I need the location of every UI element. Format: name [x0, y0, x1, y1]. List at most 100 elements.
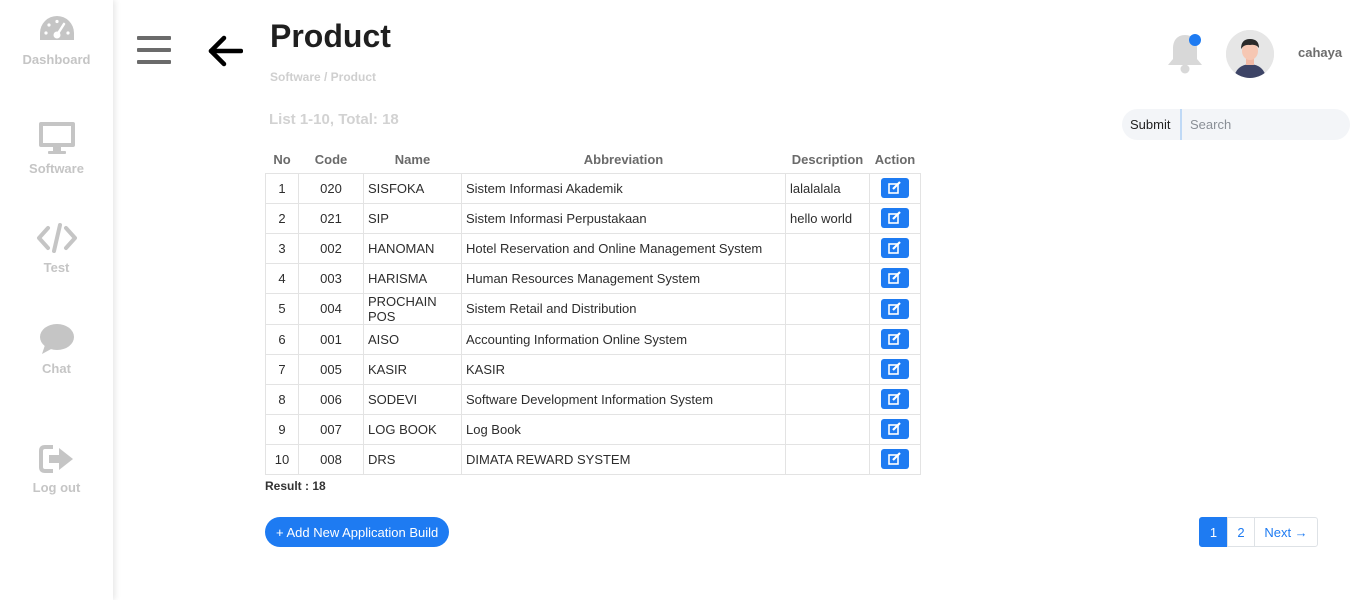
- edit-button[interactable]: [881, 238, 909, 258]
- sidebar-item-label: Log out: [32, 480, 81, 495]
- result-count: Result : 18: [265, 479, 326, 493]
- cell-name: SISFOKA: [363, 172, 462, 204]
- search-input[interactable]: [1184, 111, 1344, 138]
- cell-description: hello world: [785, 202, 870, 234]
- notification-badge: [1189, 34, 1201, 46]
- code-icon: [36, 223, 77, 253]
- cell-action: [869, 383, 921, 415]
- cell-no: 3: [265, 232, 299, 264]
- search-bar: Submit: [1122, 109, 1350, 140]
- breadcrumb: Software / Product: [270, 70, 377, 84]
- cell-action: [869, 262, 921, 294]
- sidebar-item-chat[interactable]: Chat: [0, 323, 113, 376]
- edit-icon: [888, 301, 901, 315]
- table-row: 5 004 PROCHAIN POS Sistem Retail and Dis…: [265, 292, 921, 325]
- arrow-left-icon: [208, 35, 244, 67]
- cell-abbreviation: Log Book: [461, 413, 786, 445]
- edit-button[interactable]: [881, 419, 909, 439]
- cell-no: 10: [265, 443, 299, 475]
- edit-icon: [888, 392, 901, 405]
- cell-code: 001: [298, 323, 364, 355]
- edit-icon: [888, 241, 901, 254]
- edit-icon: [888, 332, 901, 345]
- list-range-info: List 1-10, Total: 18: [269, 111, 399, 128]
- cell-code: 002: [298, 232, 364, 264]
- cell-no: 4: [265, 262, 299, 294]
- cell-abbreviation: Human Resources Management System: [461, 262, 786, 294]
- cell-action: [869, 292, 921, 325]
- column-header-description: Description: [791, 152, 864, 168]
- cell-code: 020: [298, 172, 364, 204]
- edit-button[interactable]: [881, 178, 909, 198]
- cell-name: AISO: [363, 323, 462, 355]
- cell-description: lalalalala: [785, 172, 870, 204]
- sidebar-item-test[interactable]: Test: [0, 222, 113, 275]
- column-header-code: Code: [314, 152, 348, 168]
- cell-name: LOG BOOK: [363, 413, 462, 445]
- sidebar-item-logout[interactable]: Log out: [0, 444, 113, 495]
- table-row: 7 005 KASIR KASIR: [265, 353, 921, 385]
- edit-button[interactable]: [881, 208, 909, 228]
- cell-description: [785, 443, 870, 475]
- table-row: 4 003 HARISMA Human Resources Management…: [265, 262, 921, 294]
- page-button-2[interactable]: 2: [1227, 517, 1255, 547]
- table-row: 6 001 AISO Accounting Information Online…: [265, 323, 921, 355]
- table-row: 9 007 LOG BOOK Log Book: [265, 413, 921, 445]
- edit-button[interactable]: [881, 359, 909, 379]
- table-row: 3 002 HANOMAN Hotel Reservation and Onli…: [265, 232, 921, 264]
- next-page-button[interactable]: Next →: [1254, 517, 1318, 547]
- cell-description: [785, 353, 870, 385]
- cell-abbreviation: KASIR: [461, 353, 786, 385]
- edit-icon: [888, 362, 901, 375]
- cell-abbreviation: Software Development Information System: [461, 383, 786, 415]
- page-title: Product: [270, 18, 391, 54]
- chat-bubble-icon: [39, 324, 74, 354]
- table-header-row: No Code Name Abbreviation Description Ac…: [266, 147, 921, 173]
- cell-abbreviation: Accounting Information Online System: [461, 323, 786, 355]
- cell-description: [785, 383, 870, 415]
- table-body: 1 020 SISFOKA Sistem Informasi Akademik …: [265, 172, 921, 475]
- cell-code: 008: [298, 443, 364, 475]
- edit-button[interactable]: [881, 449, 909, 469]
- cell-action: [869, 443, 921, 475]
- logout-icon: [38, 445, 73, 473]
- sidebar-item-label: Software: [29, 161, 84, 176]
- edit-icon: [888, 271, 901, 284]
- cell-description: [785, 292, 870, 325]
- cell-abbreviation: Sistem Informasi Perpustakaan: [461, 202, 786, 234]
- sidebar-item-software[interactable]: Software: [0, 121, 113, 176]
- menu-toggle-button[interactable]: [137, 36, 171, 68]
- cell-no: 2: [265, 202, 299, 234]
- search-divider: [1180, 109, 1182, 140]
- cell-name: KASIR: [363, 353, 462, 385]
- edit-icon: [888, 422, 901, 435]
- column-header-action: Action: [874, 152, 916, 168]
- edit-button[interactable]: [881, 329, 909, 349]
- cell-name: SIP: [363, 202, 462, 234]
- cell-no: 9: [265, 413, 299, 445]
- cell-code: 004: [298, 292, 364, 325]
- cell-no: 7: [265, 353, 299, 385]
- cell-action: [869, 323, 921, 355]
- gauge-icon: [39, 16, 74, 40]
- sidebar-item-dashboard[interactable]: Dashboard: [0, 14, 113, 67]
- table-row: 2 021 SIP Sistem Informasi Perpustakaan …: [265, 202, 921, 234]
- search-submit-button[interactable]: Submit: [1130, 117, 1170, 132]
- sidebar-item-label: Dashboard: [22, 52, 91, 67]
- cell-code: 006: [298, 383, 364, 415]
- edit-button[interactable]: [881, 389, 909, 409]
- table-row: 1 020 SISFOKA Sistem Informasi Akademik …: [265, 172, 921, 204]
- page-button-1[interactable]: 1: [1199, 517, 1228, 547]
- add-application-build-button[interactable]: + Add New Application Build: [265, 517, 450, 547]
- cell-code: 005: [298, 353, 364, 385]
- cell-action: [869, 172, 921, 204]
- table-row: 8 006 SODEVI Software Development Inform…: [265, 383, 921, 415]
- avatar[interactable]: [1226, 30, 1274, 78]
- back-button[interactable]: [207, 34, 244, 73]
- cell-action: [869, 232, 921, 264]
- edit-icon: [888, 452, 901, 465]
- pagination: 1 2 Next →: [1199, 517, 1318, 547]
- edit-button[interactable]: [881, 298, 909, 319]
- edit-button[interactable]: [881, 268, 909, 288]
- cell-name: HARISMA: [363, 262, 462, 294]
